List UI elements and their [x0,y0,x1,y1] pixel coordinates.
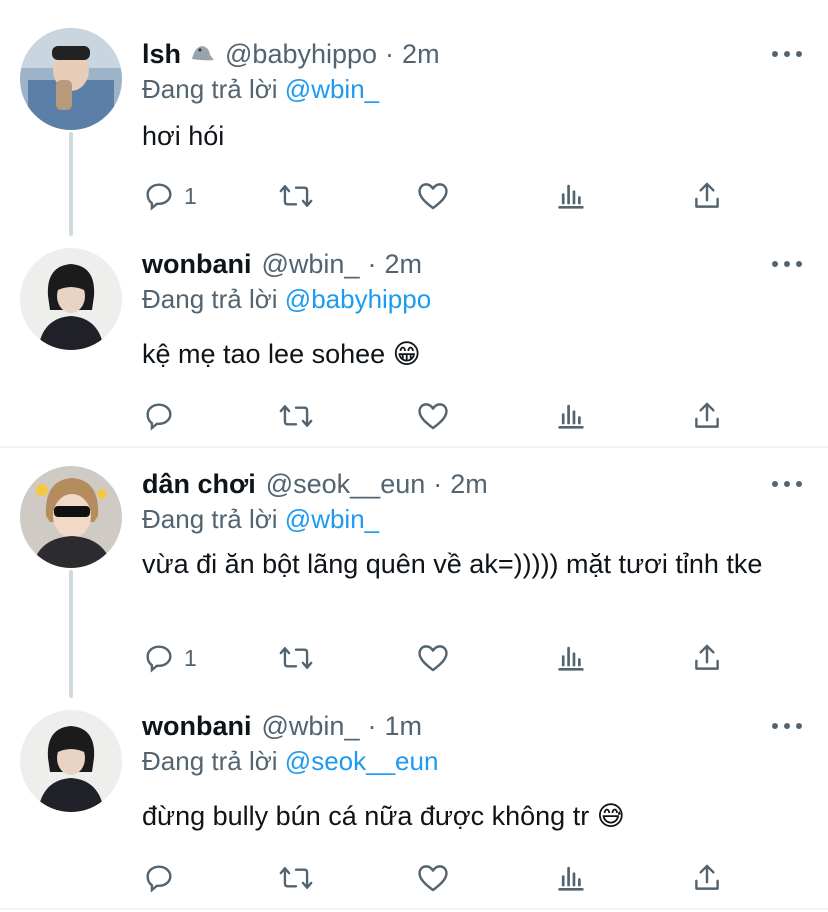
thread-line [69,132,73,236]
timestamp[interactable]: 2m [384,249,422,280]
share-icon [690,861,724,895]
replying-prefix: Đang trả lời [142,284,278,314]
replying-prefix: Đang trả lời [142,74,278,104]
retweet-button[interactable] [278,858,314,898]
retweet-icon [278,179,314,213]
like-button[interactable] [416,638,450,678]
tweet-text: kệ mẹ tao lee sohee 😁 [142,339,421,369]
retweet-button[interactable] [278,638,314,678]
like-button[interactable] [416,858,450,898]
thread-line [69,570,73,698]
share-icon [690,399,724,433]
user-handle[interactable]: @seok__eun [266,469,426,500]
reply-button[interactable] [142,858,184,898]
analytics-icon [554,641,588,675]
analytics-button[interactable] [554,396,588,436]
retweet-button[interactable] [278,176,314,216]
share-button[interactable] [690,858,724,898]
analytics-icon [554,861,588,895]
retweet-icon [278,641,314,675]
like-icon [416,399,450,433]
action-bar [142,396,742,436]
reply-icon [142,861,176,895]
separator: · [367,248,377,279]
replying-to: Đang trả lời @wbin_ [142,74,379,105]
reply-count: 1 [184,182,197,209]
thread-divider [0,446,828,448]
action-bar [142,858,742,898]
separator: · [433,468,443,499]
mention-link[interactable]: @wbin_ [285,504,379,534]
user-handle[interactable]: @wbin_ [262,249,360,280]
display-name[interactable]: wonbani [142,249,252,280]
display-name[interactable]: lsh [142,39,181,70]
avatar[interactable] [20,248,122,350]
display-name[interactable]: wonbani [142,711,252,742]
analytics-icon [554,179,588,213]
tweet-text: vừa đi ăn bột lãng quên về ak=))))) mặt … [142,549,763,579]
tweet-text: hơi hói [142,121,225,151]
share-icon [690,641,724,675]
replying-prefix: Đang trả lời [142,746,278,776]
more-icon[interactable] [772,706,802,746]
action-bar: 1 [142,176,742,216]
analytics-button[interactable] [554,176,588,216]
reply-icon [142,399,176,433]
like-icon [416,179,450,213]
action-bar: 1 [142,638,742,678]
retweet-button[interactable] [278,396,314,436]
replying-to: Đang trả lời @seok__eun [142,746,438,777]
share-button[interactable] [690,638,724,678]
more-icon[interactable] [772,244,802,284]
mention-link[interactable]: @wbin_ [285,74,379,104]
analytics-button[interactable] [554,638,588,678]
analytics-button[interactable] [554,858,588,898]
share-button[interactable] [690,396,724,436]
mention-link[interactable]: @seok__eun [285,746,439,776]
retweet-icon [278,399,314,433]
like-icon [416,861,450,895]
share-icon [690,179,724,213]
more-icon[interactable] [772,464,802,504]
more-icon[interactable] [772,34,802,74]
display-name[interactable]: dân chơi [142,469,256,500]
reply-icon [142,179,176,213]
separator: · [367,710,377,741]
reply-button[interactable]: 1 [142,176,197,216]
reply-button[interactable] [142,396,184,436]
tweet-text: đừng bully bún cá nữa được không tr 😅 [142,801,625,831]
replying-to: Đang trả lời @babyhippo [142,284,431,315]
timestamp[interactable]: 1m [384,711,422,742]
user-handle[interactable]: @babyhippo [225,39,377,70]
user-handle[interactable]: @wbin_ [262,711,360,742]
avatar[interactable] [20,710,122,812]
like-button[interactable] [416,176,450,216]
timestamp[interactable]: 2m [450,469,488,500]
reply-icon [142,641,176,675]
replying-to: Đang trả lời @wbin_ [142,504,379,535]
analytics-icon [554,399,588,433]
like-icon [416,641,450,675]
separator: · [385,38,395,69]
bottom-divider [0,908,828,910]
share-button[interactable] [690,176,724,216]
like-button[interactable] [416,396,450,436]
replying-prefix: Đang trả lời [142,504,278,534]
avatar[interactable] [20,466,122,568]
reply-count: 1 [184,644,197,671]
mention-link[interactable]: @babyhippo [285,284,431,314]
avatar[interactable] [20,28,122,130]
seal-emoji-icon [189,39,215,70]
retweet-icon [278,861,314,895]
timestamp[interactable]: 2m [402,39,440,70]
reply-button[interactable]: 1 [142,638,197,678]
